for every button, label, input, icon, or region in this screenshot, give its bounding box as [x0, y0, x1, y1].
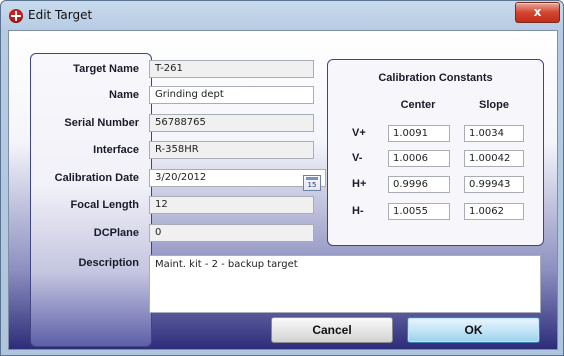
calibration-title: Calibration Constants [378, 72, 493, 84]
dialog-body: Target Name T-261 Name Grinding dept Ser… [8, 30, 558, 350]
cancel-button[interactable]: Cancel [271, 317, 393, 343]
slope-column-header: Slope [479, 99, 509, 111]
target-name-field[interactable]: T-261 [149, 60, 314, 78]
calendar-icon[interactable]: 15 [303, 175, 321, 191]
serial-number-field[interactable]: 56788765 [149, 114, 314, 132]
h-plus-center-field[interactable]: 0.9996 [388, 176, 450, 193]
h-minus-slope-field[interactable]: 1.0062 [464, 203, 524, 220]
description-label: Description [78, 257, 139, 269]
h-plus-slope-field[interactable]: 0.99943 [464, 176, 524, 193]
focal-length-field[interactable]: 12 [149, 196, 314, 214]
dcplane-label: DCPlane [93, 227, 139, 239]
v-plus-center-field[interactable]: 1.0091 [388, 125, 450, 142]
name-field[interactable]: Grinding dept [149, 86, 314, 104]
interface-field[interactable]: R-358HR [149, 141, 314, 159]
close-button[interactable]: x [515, 2, 560, 23]
description-field[interactable]: Maint. kit - 2 - backup target [149, 255, 541, 313]
v-plus-slope-field[interactable]: 1.0034 [464, 125, 524, 142]
interface-label: Interface [93, 144, 139, 156]
name-label: Name [109, 89, 139, 101]
dcplane-field[interactable]: 0 [149, 224, 314, 242]
focal-length-label: Focal Length [70, 199, 139, 211]
h-minus-center-field[interactable]: 1.0055 [388, 203, 450, 220]
serial-number-label: Serial Number [64, 117, 139, 129]
row-label-v-plus: V+ [352, 127, 366, 139]
v-minus-center-field[interactable]: 1.0006 [388, 150, 450, 167]
row-label-h-plus: H+ [352, 178, 367, 190]
ok-button[interactable]: OK [407, 317, 540, 343]
window-title: Edit Target [28, 8, 93, 22]
v-minus-slope-field[interactable]: 1.00042 [464, 150, 524, 167]
calibration-constants-panel: Calibration Constants Center Slope V+ 1.… [327, 59, 544, 246]
row-label-v-minus: V- [352, 152, 363, 164]
calibration-date-field[interactable]: 3/20/2012 [149, 169, 326, 187]
center-column-header: Center [400, 99, 436, 111]
target-name-label: Target Name [73, 63, 139, 75]
calibration-date-label: Calibration Date [54, 172, 139, 184]
app-target-icon [9, 9, 23, 23]
row-label-h-minus: H- [352, 205, 364, 217]
title-bar[interactable]: Edit Target x [1, 1, 563, 31]
edit-target-window: Edit Target x Target Name T-261 Name Gri… [0, 0, 564, 356]
